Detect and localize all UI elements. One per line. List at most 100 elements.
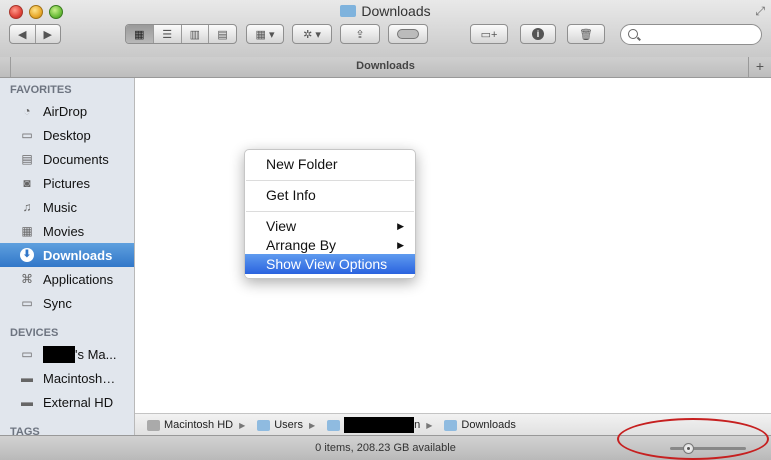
annotation-ellipse — [617, 418, 769, 460]
arrange-button[interactable]: ▦ ▾ — [246, 24, 284, 44]
new-folder-icon: ▭+ — [480, 28, 498, 41]
sidebar-item-applications[interactable]: ⌘ Applications — [0, 267, 134, 291]
window-title: Downloads — [0, 3, 771, 19]
action-button[interactable]: ✲ ▾ — [292, 24, 332, 44]
tags-button[interactable] — [388, 24, 428, 44]
path-item-label: Macintosh HD — [164, 419, 234, 431]
arrange-grid-icon: ▦ ▾ — [255, 28, 275, 41]
plus-icon: + — [755, 58, 765, 74]
sidebar-item-this-mac[interactable]: ▭ 's Ma... — [0, 342, 134, 366]
forward-button[interactable]: ▶ — [36, 25, 61, 43]
sidebar-item-label: 's Ma... — [75, 346, 117, 362]
sidebar: FAVORITES ◔ AirDrop ▭ Desktop ▤ Document… — [0, 78, 135, 435]
path-item-label: n — [414, 419, 421, 431]
list-view-icon: ☰ — [162, 28, 173, 41]
sidebar-item-external-hd[interactable]: ▬ External HD — [0, 390, 134, 414]
sidebar-item-label: Downloads — [43, 247, 113, 263]
menu-item-label: New Folder — [266, 156, 338, 172]
sidebar-item-macintosh-hd[interactable]: ▬ Macintosh… — [0, 366, 134, 390]
new-tab-button[interactable]: + — [748, 57, 771, 77]
new-folder-button[interactable]: ▭+ — [470, 24, 508, 44]
cover-flow-button[interactable]: ▤ — [209, 25, 236, 43]
path-separator-icon: ▶ — [308, 420, 316, 430]
sidebar-item-label: Applications — [43, 271, 114, 287]
hard-drive-icon — [147, 419, 160, 431]
sidebar-item-music[interactable]: ♫ Music — [0, 195, 134, 219]
sidebar-item-desktop[interactable]: ▭ Desktop — [0, 123, 134, 147]
file-area[interactable] — [135, 78, 771, 413]
sidebar-item-label: Macintosh… — [43, 370, 116, 386]
title-bar: Downloads ⤢ ◀ ▶ ▦ ☰ ▥ ▤ ▦ ▾ ✲ ▾ ⇪ ▭+ i 🗑 — [0, 0, 771, 58]
tab-title[interactable]: Downloads — [0, 60, 771, 72]
menu-item-label: Get Info — [266, 187, 316, 203]
tag-icon — [397, 29, 419, 39]
path-item-users[interactable]: Users ▶ — [257, 419, 315, 431]
airdrop-icon: ◔ — [23, 104, 31, 118]
film-icon: ▦ — [21, 224, 33, 238]
path-item-home[interactable]: n ▶ — [327, 417, 432, 433]
documents-icon: ▤ — [21, 152, 33, 166]
menu-item-arrange-by[interactable]: Arrange By ▶ — [245, 235, 415, 255]
applications-icon: ⌘ — [21, 272, 33, 286]
path-item-label: Users — [274, 419, 303, 431]
search-icon — [628, 29, 638, 39]
finder-window: Downloads ⤢ ◀ ▶ ▦ ☰ ▥ ▤ ▦ ▾ ✲ ▾ ⇪ ▭+ i 🗑… — [0, 0, 771, 460]
folder-icon: ▭ — [21, 296, 33, 310]
path-separator-icon: ▶ — [426, 420, 433, 430]
sidebar-item-label: Movies — [43, 223, 85, 239]
column-view-icon: ▥ — [189, 28, 201, 41]
icon-view-icon: ▦ — [134, 28, 145, 41]
menu-separator — [246, 211, 414, 212]
window-title-text: Downloads — [361, 3, 431, 19]
menu-item-label: Show View Options — [266, 256, 388, 272]
sidebar-item-movies[interactable]: ▦ Movies — [0, 219, 134, 243]
fullscreen-icon[interactable]: ⤢ — [755, 4, 765, 19]
sidebar-item-documents[interactable]: ▤ Documents — [0, 147, 134, 171]
info-icon: i — [532, 28, 544, 40]
column-view-button[interactable]: ▥ — [182, 25, 210, 43]
menu-item-show-view-options[interactable]: Show View Options — [245, 254, 415, 274]
music-note-icon: ♫ — [22, 200, 32, 214]
trash-icon: 🗑 — [579, 28, 593, 41]
back-arrow-icon: ◀ — [18, 28, 27, 41]
desktop-icon: ▭ — [21, 128, 33, 142]
devices-header: DEVICES — [10, 327, 59, 339]
menu-item-get-info[interactable]: Get Info — [245, 185, 415, 205]
path-separator-icon: ▶ — [239, 420, 246, 430]
share-button[interactable]: ⇪ — [340, 24, 380, 44]
menu-item-view[interactable]: View ▶ — [245, 216, 415, 236]
folder-icon — [444, 419, 458, 431]
hard-drive-icon: ▬ — [21, 395, 33, 409]
sidebar-item-label: Sync — [43, 295, 72, 311]
favorites-header: FAVORITES — [10, 84, 72, 96]
sidebar-item-label: Pictures — [43, 175, 90, 191]
sidebar-item-label: External HD — [43, 394, 114, 410]
gear-icon: ✲ ▾ — [303, 28, 321, 41]
redacted-name — [43, 345, 75, 363]
sidebar-item-downloads[interactable]: ⬇ Downloads — [0, 243, 134, 267]
sidebar-item-airdrop[interactable]: ◔ AirDrop — [0, 99, 134, 123]
context-menu: New Folder Get Info View ▶ Arrange By ▶ Sh… — [244, 149, 416, 279]
tags-header: TAGS — [10, 426, 40, 435]
submenu-arrow-icon: ▶ — [397, 221, 404, 231]
list-view-button[interactable]: ☰ — [154, 25, 182, 43]
sidebar-item-label: Documents — [43, 151, 109, 167]
sidebar-item-label: Music — [43, 199, 77, 215]
icon-view-button[interactable]: ▦ — [126, 25, 154, 43]
path-item-label: Downloads — [461, 419, 516, 431]
menu-item-label: Arrange By — [266, 237, 337, 253]
path-item-macintosh-hd[interactable]: Macintosh HD ▶ — [147, 419, 245, 431]
get-info-button[interactable]: i — [520, 24, 556, 44]
delete-button[interactable]: 🗑 — [567, 24, 605, 44]
folder-icon — [340, 5, 357, 17]
back-button[interactable]: ◀ — [10, 25, 36, 43]
path-item-downloads[interactable]: Downloads — [444, 419, 516, 431]
forward-arrow-icon: ▶ — [43, 28, 52, 41]
cover-flow-icon: ▤ — [217, 28, 228, 41]
sidebar-item-pictures[interactable]: ◙ Pictures — [0, 171, 134, 195]
sidebar-item-sync[interactable]: ▭ Sync — [0, 291, 134, 315]
share-icon: ⇪ — [355, 28, 365, 41]
menu-item-new-folder[interactable]: New Folder — [245, 154, 415, 174]
view-mode-control: ▦ ☰ ▥ ▤ — [125, 24, 237, 44]
search-field[interactable] — [620, 24, 762, 45]
